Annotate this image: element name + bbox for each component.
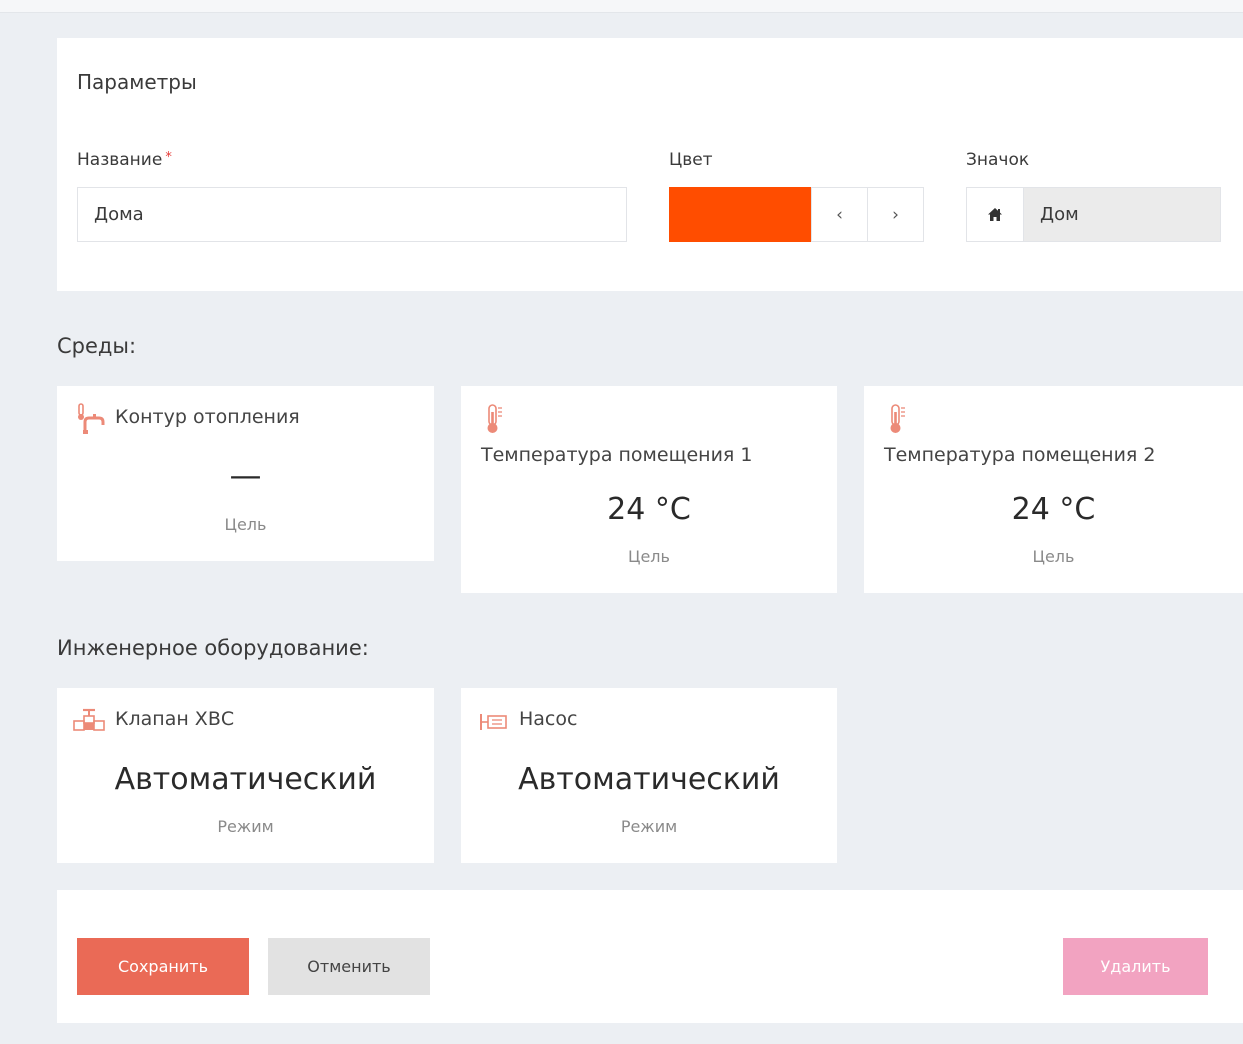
icon-label: Значок [966,150,1030,170]
card-title: Температура помещения 1 [481,444,753,466]
equipment-title: Инженерное оборудование: [57,636,369,660]
parameters-title: Параметры [77,70,197,94]
pump-icon [480,714,507,730]
card-caption: Режим [620,817,678,836]
actions-panel: Сохранить Отменить Удалить [57,890,1243,1023]
color-swatch[interactable] [669,187,811,242]
equipment-card-valve[interactable]: Клапан ХВС Автоматический Режим [57,688,434,863]
required-mark: * [165,150,172,165]
top-bar [0,0,1243,13]
card-title: Температура помещения 2 [884,444,1156,466]
parameters-panel: Параметры Название* Цвет ‹ › Значок Дом [57,38,1243,291]
card-value: Автоматический [114,762,377,797]
card-caption: Цель [224,515,267,534]
valve-icon [73,708,105,731]
color-label: Цвет [669,150,713,170]
environment-card-room-1[interactable]: Температура помещения 1 24 °C Цель [461,386,837,593]
name-input[interactable] [77,187,627,242]
card-value: — [229,456,262,494]
thermometer-icon [487,404,502,433]
card-title: Клапан ХВС [115,708,235,730]
environment-card-room-2[interactable]: Температура помещения 2 24 °C Цель [864,386,1243,593]
card-title: Контур отопления [115,406,300,428]
card-value: 24 °C [1011,492,1096,527]
name-label: Название * [77,150,172,170]
card-title: Насос [519,708,578,730]
card-caption: Цель [1032,547,1075,566]
card-caption: Режим [217,817,274,836]
delete-button[interactable]: Удалить [1063,938,1208,995]
cancel-button[interactable]: Отменить [268,938,430,995]
save-button[interactable]: Сохранить [77,938,249,995]
card-caption: Цель [628,547,670,566]
name-label-text: Название [77,150,163,170]
icon-select[interactable]: Дом [966,187,1221,242]
icon-value: Дом [1024,188,1220,241]
equipment-card-pump[interactable]: Насос Автоматический Режим [461,688,837,863]
icon-preview [967,188,1024,241]
card-value: Автоматический [518,762,780,797]
thermometer-icon [890,404,905,433]
color-prev-button[interactable]: ‹ [811,187,868,242]
home-icon [988,208,1002,221]
card-value: 24 °C [607,492,691,527]
heating-tap-icon [78,403,105,434]
environments-title: Среды: [57,334,137,358]
color-next-button[interactable]: › [867,187,924,242]
environment-card-heating[interactable]: Контур отопления — Цель [57,386,434,561]
